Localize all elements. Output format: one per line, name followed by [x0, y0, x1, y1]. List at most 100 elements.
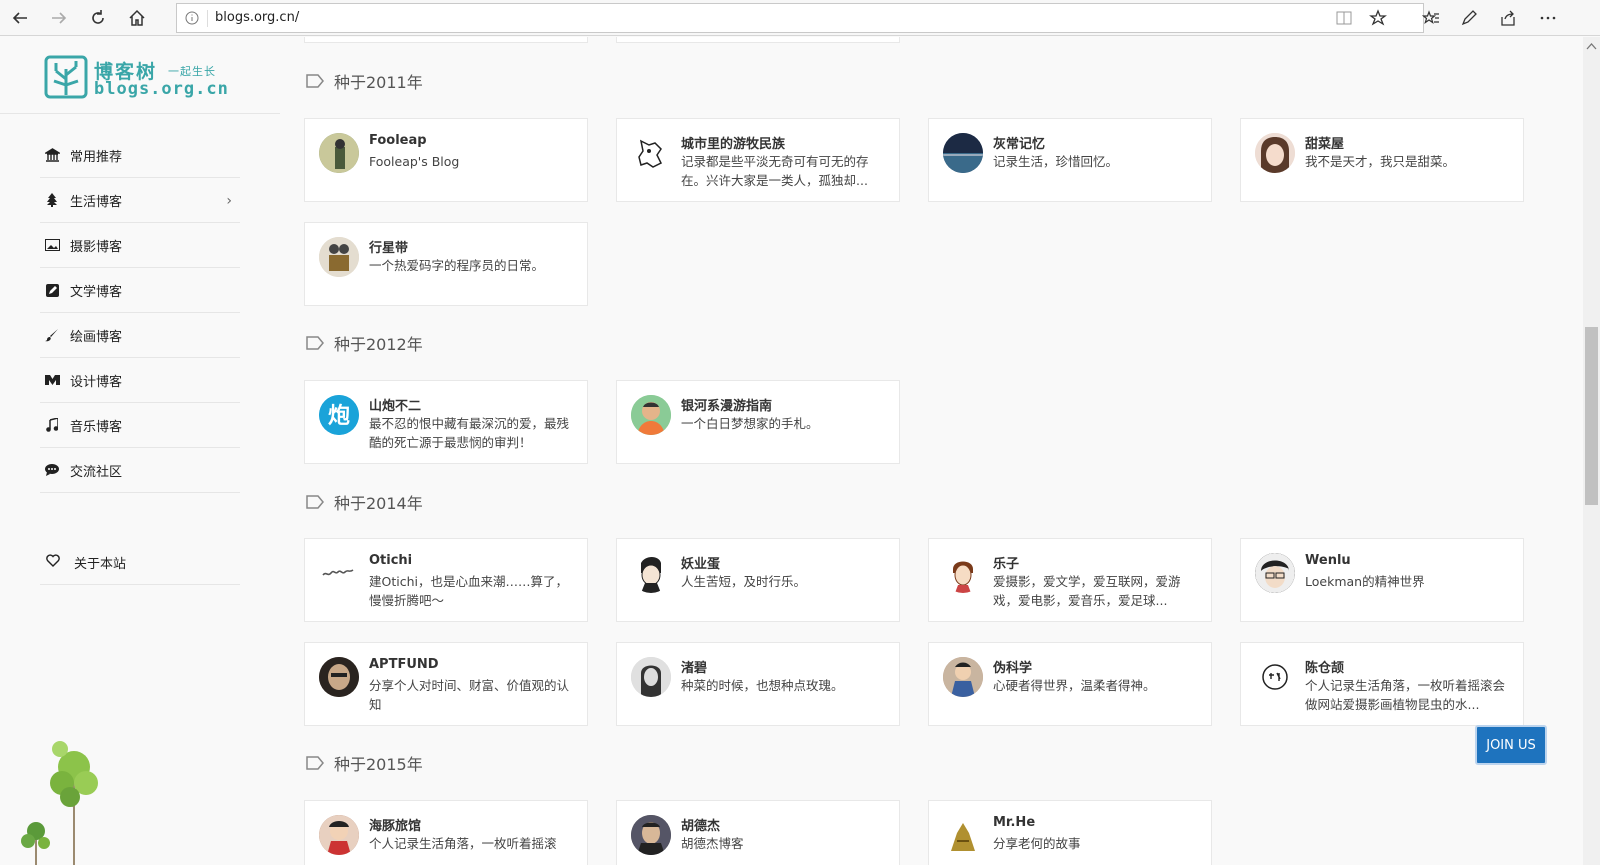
blog-card[interactable]: Otichi 建Otichi，也是心血来潮……算了，慢慢折腾吧～ [304, 538, 588, 622]
menu-item-label: 生活博客 [70, 194, 123, 210]
blog-name: APTFUND [369, 657, 439, 672]
avatar [319, 815, 359, 855]
menu-item-label: 文学博客 [70, 284, 123, 300]
blog-card[interactable]: 乐子 爱摄影，爱文学，爱互联网，爱游戏，爱电影，爱音乐，爱足球... [928, 538, 1212, 622]
favorites-button[interactable] [1417, 4, 1445, 32]
url-text[interactable]: blogs.org.cn/ [215, 10, 299, 25]
avatar [943, 553, 983, 593]
menu-item-music[interactable]: 音乐博客 [40, 403, 240, 448]
image-icon [44, 237, 60, 253]
blog-name: Wenlu [1305, 553, 1351, 568]
card-stub [616, 37, 900, 43]
menu-item-photo[interactable]: 摄影博客 [40, 223, 240, 268]
blog-name: 妖业蛋 [681, 557, 721, 572]
pen-icon [1461, 10, 1477, 26]
blog-description: 记录都是些平淡无奇可有可无的存在。兴许大家是一类人，孤独却... [681, 154, 869, 188]
menu-item-community[interactable]: 交流社区 [40, 448, 240, 493]
blog-description: Loekman的精神世界 [1305, 574, 1425, 589]
back-button[interactable] [6, 4, 34, 32]
blog-name: 行星带 [369, 241, 409, 256]
reading-view-icon[interactable] [1335, 9, 1353, 27]
section-title-text: 种于2014年 [334, 494, 423, 513]
blog-card[interactable]: 陈仓颉 个人记录生活角落，一枚听着摇滚会做网站爱摄影画植物昆虫的水... [1240, 642, 1524, 726]
avatar [631, 133, 671, 173]
tag-icon [306, 495, 324, 509]
avatar [319, 237, 359, 277]
blog-name: Mr.He [993, 815, 1036, 830]
arrow-right-icon [52, 12, 67, 24]
blog-name: 甜菜屋 [1305, 137, 1345, 152]
avatar [1255, 133, 1295, 173]
blog-name: 胡德杰 [681, 819, 721, 834]
tag-icon [306, 756, 324, 770]
logo-tree-icon [44, 55, 88, 99]
blog-card[interactable]: 渚碧 种菜的时候，也想种点玫瑰。 [616, 642, 900, 726]
blog-name: 渚碧 [681, 661, 708, 676]
chevron-right-icon: › [226, 193, 232, 209]
vertical-scrollbar[interactable] [1583, 37, 1600, 865]
avatar [319, 553, 359, 593]
blog-card[interactable]: APTFUND 分享个人对时间、财富、价值观的认知 [304, 642, 588, 726]
blog-card[interactable]: 炮 山炮不二 最不忍的恨中藏有最深沉的爱，最残酷的死亡源于最悲悯的审判！ [304, 380, 588, 464]
blog-card[interactable]: Mr.He 分享老何的故事 [928, 800, 1212, 865]
more-button[interactable] [1534, 4, 1562, 32]
design-icon [44, 372, 60, 388]
address-bar[interactable]: blogs.org.cn/ [176, 3, 1424, 33]
avatar [1255, 657, 1295, 697]
blog-description: 人生苦短，及时行乐。 [681, 574, 807, 589]
scrollbar-thumb[interactable] [1585, 327, 1598, 505]
blog-name: 山炮不二 [369, 399, 422, 414]
refresh-button[interactable] [84, 4, 112, 32]
menu-item-label: 绘画博客 [70, 329, 123, 345]
blog-card[interactable]: 伪科学 心硬者得世界，温柔者得神。 [928, 642, 1212, 726]
blog-name: 海豚旅馆 [369, 819, 422, 834]
menu-item-label: 摄影博客 [70, 239, 123, 255]
blog-card[interactable]: Wenlu Loekman的精神世界 [1240, 538, 1524, 622]
sidebar: 博客树 一起生长 blogs.org.cn 常用推荐 生活博客 › 摄影博客 文… [0, 37, 280, 865]
blog-description: 建Otichi，也是心血来潮……算了，慢慢折腾吧～ [369, 574, 568, 608]
blog-card[interactable]: 胡德杰 胡德杰博客 [616, 800, 900, 865]
edit-icon [44, 282, 60, 298]
blog-description: 个人记录生活角落，一枚听着摇滚会做网站爱摄影画植物昆虫的水... [1305, 678, 1506, 712]
section-title-2015: 种于2015年 [306, 751, 423, 775]
menu-item-literature[interactable]: 文学博客 [40, 268, 240, 313]
home-button[interactable] [123, 4, 151, 32]
blog-card[interactable]: 城市里的游牧民族 记录都是些平淡无奇可有可无的存在。兴许大家是一类人，孤独却..… [616, 118, 900, 202]
site-logo[interactable]: 博客树 一起生长 blogs.org.cn [44, 55, 228, 101]
menu-item-painting[interactable]: 绘画博客 [40, 313, 240, 358]
avatar [1255, 553, 1295, 593]
blog-card[interactable]: 海豚旅馆 个人记录生活角落，一枚听着摇滚 [304, 800, 588, 865]
scroll-up-arrow-icon[interactable] [1586, 41, 1597, 52]
blog-card[interactable]: 行星带 一个热爱码字的程序员的日常。 [304, 222, 588, 306]
menu-item-life[interactable]: 生活博客 › [40, 178, 240, 223]
info-icon[interactable] [185, 11, 199, 25]
menu-item-about[interactable]: 关于本站 [40, 540, 240, 585]
bank-icon [44, 147, 60, 163]
join-us-button[interactable]: JOIN US [1475, 725, 1547, 765]
blog-card[interactable]: 妖业蛋 人生苦短，及时行乐。 [616, 538, 900, 622]
blog-card[interactable]: 甜菜屋 我不是天才，我只是甜菜。 [1240, 118, 1524, 202]
menu-item-label: 常用推荐 [70, 149, 123, 165]
section-title-text: 种于2012年 [334, 335, 423, 354]
star-icon[interactable] [1369, 9, 1387, 27]
address-separator [207, 10, 208, 27]
forward-button[interactable] [45, 4, 73, 32]
blog-card[interactable]: 银河系漫游指南 一个白日梦想家的手札。 [616, 380, 900, 464]
avatar: 炮 [319, 395, 359, 435]
menu-item-design[interactable]: 设计博客 [40, 358, 240, 403]
blog-card[interactable]: 灰常记忆 记录生活，珍惜回忆。 [928, 118, 1212, 202]
blog-name: 银河系漫游指南 [681, 399, 773, 414]
menu-item-label: 音乐博客 [70, 419, 123, 435]
blog-name: 城市里的游牧民族 [681, 137, 786, 152]
notes-button[interactable] [1455, 4, 1483, 32]
svg-text:炮: 炮 [328, 403, 350, 429]
avatar [943, 815, 983, 855]
avatar [631, 815, 671, 855]
share-button[interactable] [1494, 4, 1522, 32]
blog-name: 陈仓颉 [1305, 661, 1345, 676]
blog-card[interactable]: Fooleap Fooleap's Blog [304, 118, 588, 202]
menu-item-recommended[interactable]: 常用推荐 [40, 133, 240, 178]
avatar [943, 657, 983, 697]
avatar [631, 553, 671, 593]
arrow-left-icon [12, 12, 27, 24]
